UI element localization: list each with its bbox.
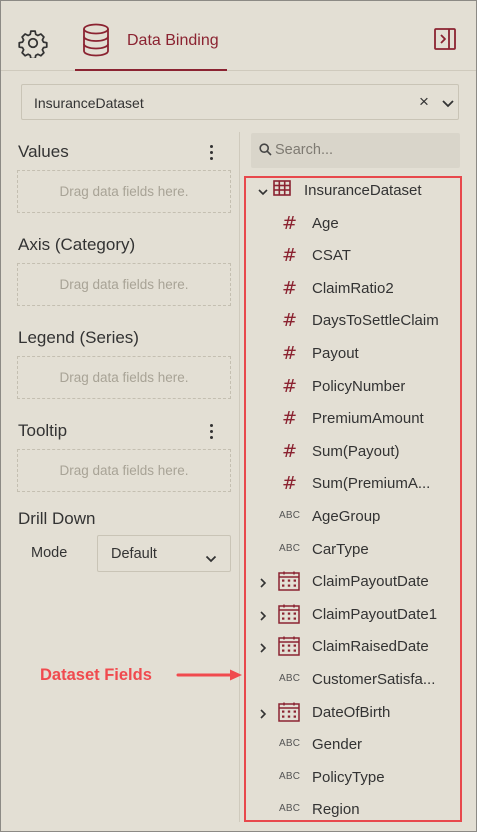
table-icon [273, 179, 291, 202]
tree-root-label: InsuranceDataset [304, 182, 422, 199]
tree-field-label: ClaimPayoutDate [312, 573, 429, 591]
number-type-icon: # [282, 342, 298, 364]
chevron-right-icon[interactable] [258, 640, 268, 658]
tree-field-item[interactable]: DateOfBirth [246, 697, 460, 727]
tree-field-label: CustomerSatisfa... [312, 670, 436, 688]
tree-field-item[interactable]: # Sum(PremiumA... [246, 468, 460, 498]
legend-drop-zone[interactable]: Drag data fields here. [17, 356, 231, 399]
mode-select[interactable]: Default [97, 535, 231, 572]
dataset-fields-annotation: Dataset Fields [40, 666, 152, 684]
tree-field-label: Sum(Payout) [312, 442, 400, 460]
tree-field-item[interactable]: ABC CustomerSatisfa... [246, 664, 460, 694]
tree-field-item[interactable]: # Sum(Payout) [246, 436, 460, 466]
tree-field-item[interactable]: # Age [246, 208, 460, 238]
tree-field-label: CarType [312, 540, 369, 558]
panel-divider [239, 132, 240, 822]
tooltip-title: Tooltip [18, 421, 68, 440]
tree-root[interactable]: InsuranceDataset [246, 175, 460, 205]
tree-field-item[interactable]: ClaimPayoutDate1 [246, 599, 460, 629]
tree-field-item[interactable]: ABC AgeGroup [246, 501, 460, 531]
tree-field-label: PolicyNumber [312, 377, 406, 395]
annotation-arrow-icon [176, 669, 242, 681]
tree-field-label: CSAT [312, 247, 351, 265]
chevron-right-icon[interactable] [258, 575, 268, 593]
chevron-right-icon[interactable] [258, 608, 268, 626]
tab-data-binding-label: Data Binding [127, 32, 219, 49]
tooltip-drop-zone[interactable]: Drag data fields here. [17, 449, 231, 492]
text-type-icon: ABC [279, 803, 301, 815]
tree-field-label: DaysToSettleClaim [312, 312, 439, 330]
tree-field-item[interactable]: # PolicyNumber [246, 371, 460, 401]
calendar-icon [278, 702, 300, 727]
tab-data-binding[interactable]: Data Binding [75, 13, 227, 71]
tree-field-item[interactable]: ABC Gender [246, 729, 460, 759]
number-type-icon: # [282, 408, 298, 430]
search-icon [259, 143, 272, 161]
tree-field-item[interactable]: ClaimPayoutDate [246, 566, 460, 596]
chevron-down-icon [205, 550, 217, 568]
tree-field-item[interactable]: # CSAT [246, 240, 460, 270]
drill-down-title: Drill Down [18, 509, 96, 528]
tree-field-item[interactable]: ABC CarType [246, 534, 460, 564]
mode-label: Mode [31, 545, 68, 561]
tree-field-item[interactable]: ABC Region [246, 794, 460, 824]
number-type-icon: # [282, 375, 298, 397]
calendar-icon [278, 571, 300, 596]
number-type-icon: # [282, 277, 298, 299]
tree-field-label: Sum(PremiumA... [312, 475, 431, 493]
dataset-fields-tree: InsuranceDataset # Age # CSAT # ClaimRatio2 # D… [244, 176, 462, 822]
tree-field-label: ClaimPayoutDate1 [312, 605, 438, 623]
chevron-right-icon[interactable] [258, 706, 268, 724]
number-type-icon: # [282, 245, 298, 267]
legend-title: Legend (Series) [18, 328, 139, 347]
text-type-icon: ABC [279, 770, 301, 782]
tree-field-item[interactable]: ClaimRaisedDate [246, 631, 460, 661]
text-type-icon: ABC [279, 672, 301, 684]
tree-field-label: Gender [312, 736, 363, 754]
tree-field-item[interactable]: # PremiumAmount [246, 403, 460, 433]
active-tab-indicator [75, 69, 227, 71]
calendar-icon [278, 604, 300, 629]
tree-field-label: AgeGroup [312, 507, 381, 525]
number-type-icon: # [282, 440, 298, 462]
mode-select-value: Default [111, 546, 157, 562]
tree-field-item[interactable]: # Payout [246, 338, 460, 368]
dataset-select-value: InsuranceDataset [34, 95, 144, 111]
tree-field-label: DateOfBirth [312, 703, 391, 721]
chevron-down-icon[interactable] [441, 96, 455, 114]
tree-field-label: ClaimRatio2 [312, 279, 394, 297]
text-type-icon: ABC [279, 738, 301, 750]
tree-field-label: PremiumAmount [312, 410, 424, 428]
panel-collapse-icon[interactable] [433, 27, 459, 53]
number-type-icon: # [282, 212, 298, 234]
tooltip-menu-icon[interactable] [204, 421, 218, 441]
dataset-select[interactable]: InsuranceDataset × [21, 84, 459, 120]
database-icon [81, 23, 111, 62]
chevron-down-icon[interactable] [258, 184, 268, 202]
tree-field-label: Payout [312, 344, 359, 362]
field-search[interactable] [251, 133, 460, 168]
gear-icon[interactable] [17, 27, 49, 59]
values-menu-icon[interactable] [204, 142, 218, 162]
values-drop-zone[interactable]: Drag data fields here. [17, 170, 231, 213]
tree-field-label: ClaimRaisedDate [312, 638, 429, 656]
text-type-icon: ABC [279, 509, 301, 521]
number-type-icon: # [282, 310, 298, 332]
tree-field-item[interactable]: # DaysToSettleClaim [246, 305, 460, 335]
axis-title: Axis (Category) [18, 235, 136, 254]
search-input[interactable] [275, 139, 455, 161]
values-title: Values [18, 142, 69, 161]
tree-field-label: Region [312, 801, 360, 819]
tree-field-label: Age [312, 214, 339, 232]
text-type-icon: ABC [279, 542, 301, 554]
axis-drop-zone[interactable]: Drag data fields here. [17, 263, 231, 306]
panel-header: Data Binding [1, 1, 476, 71]
number-type-icon: # [282, 473, 298, 495]
tree-field-label: PolicyType [312, 768, 385, 786]
tree-field-item[interactable]: ABC PolicyType [246, 762, 460, 792]
clear-icon[interactable]: × [419, 93, 433, 111]
calendar-icon [278, 636, 300, 661]
tree-field-item[interactable]: # ClaimRatio2 [246, 273, 460, 303]
